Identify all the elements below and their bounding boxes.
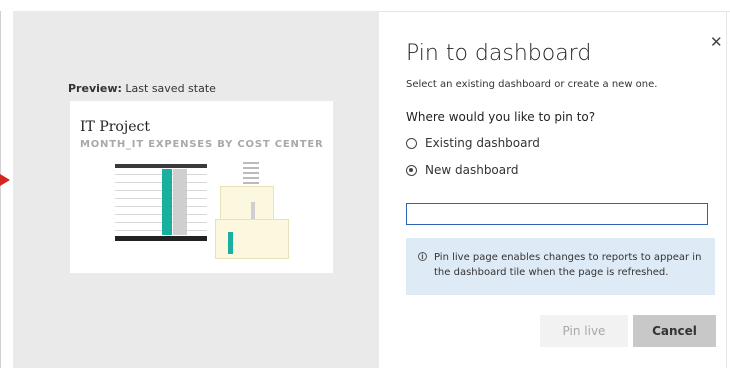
pointer-arrow-icon	[0, 174, 10, 186]
preview-label-state: Last saved state	[121, 82, 216, 95]
new-dashboard-option[interactable]: New dashboard	[406, 162, 518, 178]
report-page-name: MONTH_IT EXPENSES BY COST CENTER	[80, 139, 324, 150]
cancel-button[interactable]: Cancel	[633, 315, 716, 347]
thumbnail-table-row	[115, 190, 207, 191]
thumbnail-table-row	[115, 222, 207, 223]
info-message-text: Pin live page enables changes to reports…	[434, 252, 702, 278]
existing-dashboard-label: Existing dashboard	[425, 136, 540, 150]
info-icon: i	[418, 252, 427, 261]
preview-thumbnail-table	[115, 164, 207, 242]
close-icon[interactable]: ✕	[710, 33, 723, 51]
pin-to-dashboard-screen: Preview: Last saved state IT Project MON…	[0, 0, 730, 368]
pin-location-question: Where would you like to pin to?	[406, 110, 596, 124]
thumbnail-gray-column	[173, 169, 187, 235]
preview-label: Preview: Last saved state	[68, 82, 216, 95]
thumbnail-table-header	[115, 164, 207, 168]
thumbnail-table-row	[115, 174, 207, 175]
existing-dashboard-option[interactable]: Existing dashboard	[406, 135, 540, 151]
pane-edge-divider	[0, 11, 1, 368]
thumbnail-teal-column	[162, 169, 172, 235]
dashboard-name-input[interactable]	[406, 203, 708, 225]
dialog-top-border	[379, 11, 730, 12]
new-dashboard-radio[interactable]	[406, 164, 417, 176]
thumbnail-table-row	[115, 198, 207, 199]
existing-dashboard-radio[interactable]	[406, 137, 417, 149]
pin-live-button[interactable]: Pin live	[540, 315, 628, 347]
thumbnail-table-row	[115, 230, 207, 231]
thumbnail-table-row	[115, 214, 207, 215]
dialog-title: Pin to dashboard	[406, 41, 592, 66]
thumbnail-table-row	[115, 206, 207, 207]
report-preview-card: IT Project MONTH_IT EXPENSES BY COST CEN…	[70, 101, 333, 273]
dialog-subtitle: Select an existing dashboard or create a…	[406, 79, 658, 90]
new-dashboard-label: New dashboard	[425, 163, 519, 177]
report-title: IT Project	[80, 119, 150, 135]
preview-label-bold: Preview:	[68, 82, 122, 95]
thumbnail-table-row	[115, 182, 207, 183]
info-message: i Pin live page enables changes to repor…	[406, 238, 715, 295]
thumbnail-table-footer	[115, 236, 207, 241]
dialog-right-border	[726, 11, 727, 368]
thumbnail-bar	[228, 232, 233, 254]
thumbnail-chart	[215, 219, 289, 259]
